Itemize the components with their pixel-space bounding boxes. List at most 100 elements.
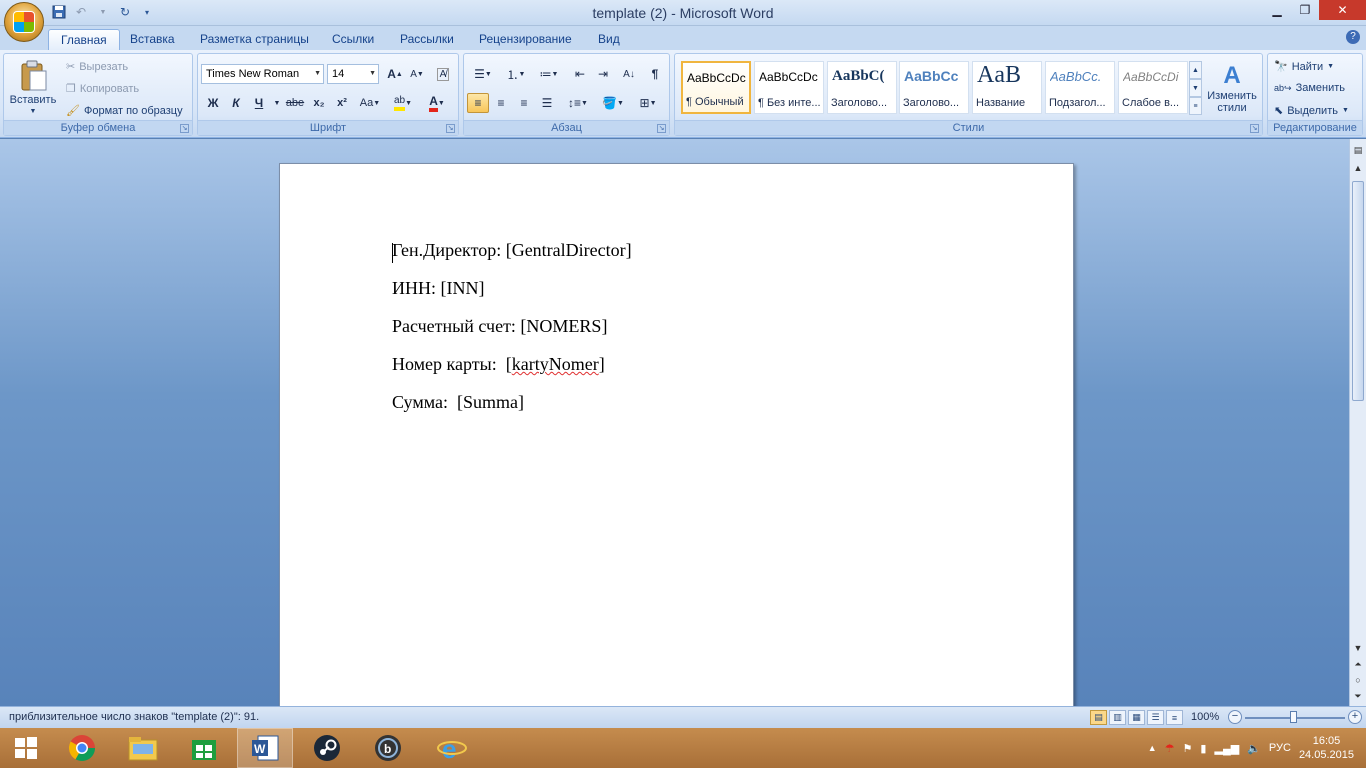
office-button[interactable]	[4, 2, 44, 42]
style-tile-subtle-emphasis[interactable]: AaBbCcDi Слабое в...	[1118, 61, 1188, 114]
full-screen-reading-view-icon[interactable]: ▥	[1109, 710, 1126, 725]
align-center-button[interactable]: ≡	[490, 93, 512, 113]
taskbar-internet-explorer[interactable]: e	[424, 728, 480, 768]
outline-view-icon[interactable]: ☰	[1147, 710, 1164, 725]
font-name-dropdown-icon[interactable]: ▼	[314, 65, 321, 83]
increase-indent-button[interactable]: ⇥	[592, 64, 614, 84]
select-button[interactable]: ⬉ Выделить ▼	[1274, 104, 1349, 118]
sort-button[interactable]: A↓	[618, 64, 640, 84]
scroll-up-icon[interactable]: ▲	[1351, 161, 1365, 175]
taskbar-word[interactable]: W	[237, 728, 293, 768]
volume-icon[interactable]: 🔈	[1247, 742, 1261, 755]
show-formatting-button[interactable]: ¶	[644, 64, 666, 84]
style-tile-no-spacing[interactable]: AaBbCcDc ¶ Без инте...	[754, 61, 824, 114]
font-size-input[interactable]: 14 ▼	[327, 64, 379, 84]
grow-font-button[interactable]: A ▲	[384, 64, 406, 84]
tab-home[interactable]: Главная	[48, 29, 120, 50]
tab-references[interactable]: Ссылки	[320, 29, 386, 50]
previous-page-icon[interactable]: ⏶	[1351, 657, 1365, 671]
subscript-button[interactable]: x₂	[308, 93, 330, 113]
document-line-inn[interactable]: ИНН: [INN]	[392, 278, 484, 299]
styles-scroll-down-icon[interactable]: ▼	[1189, 79, 1202, 97]
find-button[interactable]: 🔭 Найти ▼	[1274, 60, 1334, 74]
multilevel-list-button[interactable]: ≔ ▼	[534, 64, 564, 84]
document-line-director[interactable]: Ген.Директор: [GentralDirector]	[392, 240, 632, 261]
style-tile-subtitle[interactable]: AaBbCc. Подзагол...	[1045, 61, 1115, 114]
cut-button[interactable]: ✂ Вырезать	[66, 60, 128, 74]
ruler-toggle-icon[interactable]: ▤	[1351, 143, 1365, 157]
font-launcher-icon[interactable]: ↘	[446, 124, 455, 133]
align-right-button[interactable]: ≡	[513, 93, 535, 113]
show-hidden-icons-icon[interactable]: ▲	[1148, 743, 1157, 753]
shading-button[interactable]: 🪣 ▼	[598, 93, 628, 113]
change-styles-button[interactable]: A Изменить стили	[1203, 58, 1261, 118]
input-language[interactable]: РУС	[1269, 742, 1291, 754]
italic-button[interactable]: К	[225, 93, 247, 113]
document-area[interactable]: Ген.Директор: [GentralDirector] ИНН: [IN…	[0, 139, 1349, 706]
tab-mailings[interactable]: Рассылки	[388, 29, 466, 50]
browse-object-icon[interactable]: ○	[1351, 673, 1365, 687]
style-tile-heading-2[interactable]: AaBbCc Заголово...	[899, 61, 969, 114]
format-painter-button[interactable]: 🖌 Формат по образцу	[66, 104, 183, 118]
change-case-button[interactable]: Aa ▼	[356, 93, 384, 113]
styles-more-icon[interactable]: ≡	[1189, 97, 1202, 115]
document-page[interactable]: Ген.Директор: [GentralDirector] ИНН: [IN…	[279, 163, 1074, 706]
network-signal-icon[interactable]: ▂▄▆	[1214, 742, 1239, 755]
highlight-button[interactable]: ab ▼	[389, 93, 417, 113]
taskbar-file-explorer[interactable]	[115, 728, 171, 768]
zoom-level[interactable]: 100%	[1191, 711, 1219, 723]
taskbar-store[interactable]	[176, 728, 232, 768]
avira-icon[interactable]: ☂	[1165, 742, 1175, 755]
borders-button[interactable]: ⊞ ▼	[633, 93, 663, 113]
draft-view-icon[interactable]: ≡	[1166, 710, 1183, 725]
justify-button[interactable]: ☰	[536, 93, 558, 113]
clear-formatting-button[interactable]: A̸	[432, 64, 454, 84]
shrink-font-button[interactable]: A ▼	[406, 64, 428, 84]
taskbar-chrome[interactable]	[54, 728, 110, 768]
bullets-button[interactable]: ☰ ▼	[468, 64, 498, 84]
document-line-sum[interactable]: Сумма: [Summa]	[392, 392, 524, 413]
clock[interactable]: 16:05 24.05.2015	[1299, 734, 1354, 762]
tab-insert[interactable]: Вставка	[118, 29, 187, 50]
web-layout-view-icon[interactable]: ▦	[1128, 710, 1145, 725]
misspelled-word[interactable]: kartyNomer	[512, 354, 599, 374]
styles-launcher-icon[interactable]: ↘	[1250, 124, 1259, 133]
superscript-button[interactable]: x²	[331, 93, 353, 113]
styles-scroll-up-icon[interactable]: ▲	[1189, 61, 1202, 79]
zoom-slider-thumb[interactable]	[1290, 711, 1297, 723]
copy-button[interactable]: ❐ Копировать	[66, 82, 139, 96]
zoom-out-icon[interactable]: −	[1228, 710, 1242, 724]
numbering-button[interactable]: ⒈ ▼	[501, 64, 531, 84]
line-spacing-button[interactable]: ↕≡ ▼	[564, 93, 592, 113]
font-name-input[interactable]: Times New Roman ▼	[201, 64, 324, 84]
paragraph-launcher-icon[interactable]: ↘	[657, 124, 666, 133]
decrease-indent-button[interactable]: ⇤	[569, 64, 591, 84]
tab-page-layout[interactable]: Разметка страницы	[188, 29, 321, 50]
minimize-button[interactable]: ▁	[1263, 0, 1291, 20]
taskbar-steam[interactable]	[299, 728, 355, 768]
scroll-thumb[interactable]	[1352, 181, 1364, 401]
scroll-down-icon[interactable]: ▼	[1351, 641, 1365, 655]
tab-view[interactable]: Вид	[586, 29, 632, 50]
clipboard-launcher-icon[interactable]: ↘	[180, 124, 189, 133]
style-tile-normal[interactable]: AaBbCcDc ¶ Обычный	[681, 61, 751, 114]
taskbar-app-b[interactable]: b	[360, 728, 416, 768]
help-icon[interactable]: ?	[1346, 30, 1360, 44]
action-center-flag-icon[interactable]: ⚑	[1183, 742, 1193, 755]
maximize-button[interactable]: ❐	[1291, 0, 1319, 20]
paste-button[interactable]: Вставить ▼	[6, 56, 60, 118]
font-color-button[interactable]: A ▼	[422, 93, 452, 113]
character-count-status[interactable]: приблизительное число знаков "template (…	[9, 711, 259, 723]
print-layout-view-icon[interactable]: ▤	[1090, 710, 1107, 725]
strikethrough-button[interactable]: abe	[284, 93, 306, 113]
start-button[interactable]	[0, 728, 52, 768]
zoom-in-icon[interactable]: +	[1348, 710, 1362, 724]
next-page-icon[interactable]: ⏷	[1351, 689, 1365, 703]
style-tile-title[interactable]: AaB Название	[972, 61, 1042, 114]
bold-button[interactable]: Ж	[202, 93, 224, 113]
vertical-scrollbar[interactable]: ▤ ▲ ▼ ⏶ ○ ⏷	[1349, 139, 1366, 706]
close-button[interactable]: ✕	[1319, 0, 1366, 20]
font-size-dropdown-icon[interactable]: ▼	[369, 65, 376, 83]
replace-button[interactable]: ab↪ Заменить	[1274, 82, 1345, 94]
document-line-card[interactable]: Номер карты: [kartyNomer]	[392, 354, 605, 375]
